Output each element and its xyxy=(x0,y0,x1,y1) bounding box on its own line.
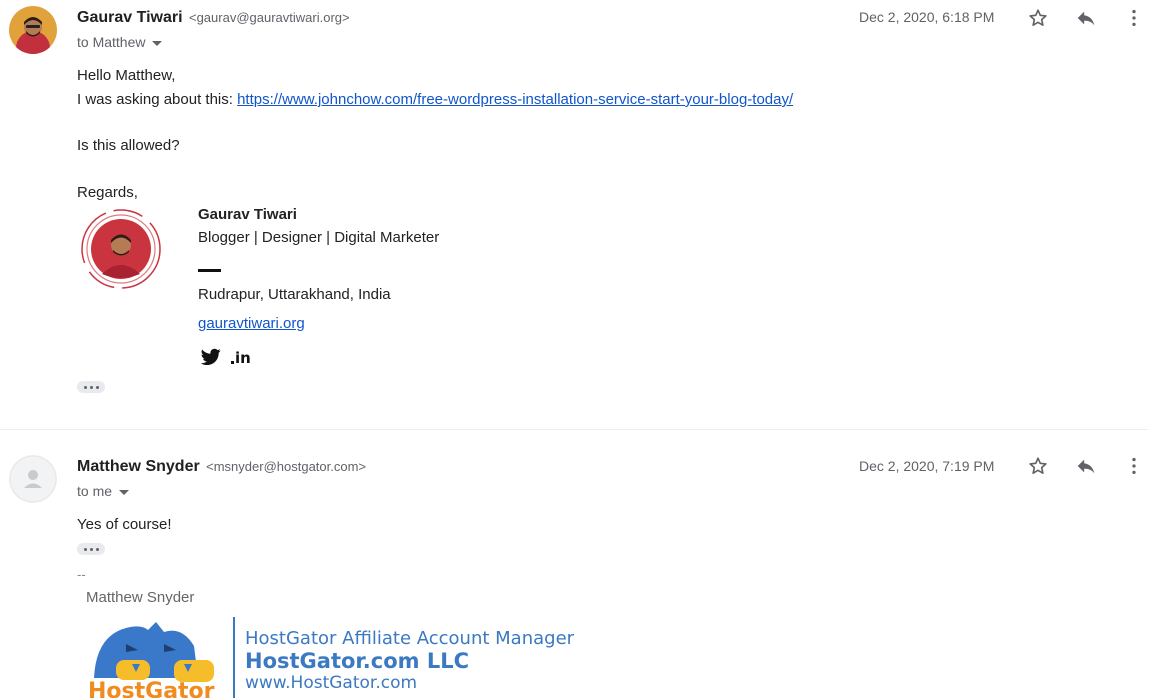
greeting-text: Hello Matthew, xyxy=(77,67,176,84)
linkedin-icon: in xyxy=(235,349,251,367)
signature-separator: -- xyxy=(77,567,86,582)
show-trimmed-content-button[interactable] xyxy=(77,381,105,393)
question-text: Is this allowed? xyxy=(77,137,180,154)
twitter-icon xyxy=(200,348,221,365)
more-options-button[interactable] xyxy=(1122,454,1146,478)
linkedin-link[interactable]: in xyxy=(231,347,251,367)
more-vertical-icon xyxy=(1132,457,1136,475)
recipient-dropdown[interactable]: to Matthew xyxy=(77,34,163,50)
sender-name[interactable]: Gaurav Tiwari xyxy=(77,9,183,26)
sender: Gaurav Tiwari <gaurav@gauravtiwari.org> xyxy=(77,9,350,27)
reply-button[interactable] xyxy=(1074,6,1098,30)
star-button[interactable] xyxy=(1026,454,1050,478)
sender-email: <msnyder@hostgator.com> xyxy=(206,459,367,474)
hostgator-logo: HostGator xyxy=(86,616,221,698)
line-prefix: I was asking about this: xyxy=(77,91,238,108)
signature-divider xyxy=(198,269,221,272)
reply-body-text: Yes of course! xyxy=(77,516,172,533)
sender-email: <gaurav@gauravtiwari.org> xyxy=(188,10,350,25)
twitter-link[interactable] xyxy=(200,348,221,366)
signature-photo xyxy=(80,208,162,290)
hostgator-logo-text: HostGator xyxy=(88,679,215,698)
star-icon xyxy=(1029,9,1047,26)
chevron-down-icon xyxy=(119,489,130,495)
more-options-button[interactable] xyxy=(1122,6,1146,30)
closing-text: Regards, xyxy=(77,184,138,201)
signature-name: Gaurav Tiwari xyxy=(198,206,297,223)
email-message-1: Gaurav Tiwari <gaurav@gauravtiwari.org> … xyxy=(0,0,1160,429)
sender: Matthew Snyder <msnyder@hostgator.com> xyxy=(77,458,366,476)
signature-title: Blogger | Designer | Digital Marketer xyxy=(198,229,440,246)
message-date: Dec 2, 2020, 6:18 PM xyxy=(859,9,995,25)
reply-icon xyxy=(1077,459,1095,474)
reply-button[interactable] xyxy=(1074,454,1098,478)
sender-name[interactable]: Matthew Snyder xyxy=(77,458,200,475)
email-message-2: Matthew Snyder <msnyder@hostgator.com> t… xyxy=(0,430,1160,698)
company-divider xyxy=(233,617,235,698)
signature-name: Matthew Snyder xyxy=(86,589,195,606)
default-user-icon xyxy=(9,455,57,503)
recipient-label: to Matthew xyxy=(77,34,146,50)
question-line: I was asking about this: https://www.joh… xyxy=(77,91,793,108)
sender-avatar-placeholder[interactable] xyxy=(9,455,57,503)
message-date: Dec 2, 2020, 7:19 PM xyxy=(859,458,995,474)
star-icon xyxy=(1029,457,1047,474)
show-trimmed-content-button[interactable] xyxy=(77,543,105,555)
signature-location: Rudrapur, Uttarakhand, India xyxy=(198,286,391,303)
recipient-dropdown[interactable]: to me xyxy=(77,483,130,499)
star-button[interactable] xyxy=(1026,6,1050,30)
article-link[interactable]: https://www.johnchow.com/free-wordpress-… xyxy=(237,91,793,108)
ellipsis-icon xyxy=(83,547,87,551)
ellipsis-icon xyxy=(83,385,87,389)
chevron-down-icon xyxy=(152,40,163,46)
recipient-label: to me xyxy=(77,483,113,499)
reply-icon xyxy=(1077,11,1095,26)
company-name: HostGator.com LLC xyxy=(245,649,469,673)
company-role: HostGator Affiliate Account Manager xyxy=(245,628,575,649)
more-vertical-icon xyxy=(1132,9,1136,27)
signature-website-link[interactable]: gauravtiwari.org xyxy=(198,315,305,332)
sender-avatar[interactable] xyxy=(9,6,57,54)
company-url[interactable]: www.HostGator.com xyxy=(245,673,417,693)
